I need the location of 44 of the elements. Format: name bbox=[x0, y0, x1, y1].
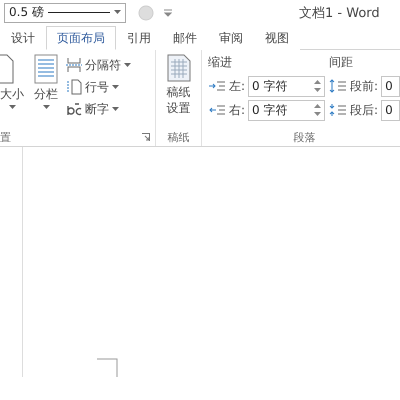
caret-icon bbox=[112, 84, 119, 90]
page-corner-icon bbox=[97, 357, 119, 377]
menu-button[interactable]: 断字 bbox=[66, 98, 131, 120]
caret-icon bbox=[112, 106, 119, 112]
group-label: 稿纸 bbox=[166, 130, 190, 146]
menu-button[interactable]: 分隔符 bbox=[66, 54, 131, 76]
customize-icon[interactable] bbox=[164, 8, 172, 16]
spacing-icon bbox=[329, 103, 348, 117]
size-button[interactable]: 大小 bbox=[0, 54, 24, 130]
caret-icon bbox=[42, 105, 50, 110]
field-label: 左: bbox=[229, 78, 246, 94]
menu-button[interactable]: 行号 bbox=[66, 76, 131, 98]
section-heading: 间距 bbox=[329, 54, 354, 71]
caret-icon bbox=[8, 105, 16, 110]
spinner-icon[interactable] bbox=[314, 79, 322, 93]
pen-color-icon[interactable] bbox=[138, 4, 154, 20]
number-field[interactable]: 0 bbox=[381, 100, 400, 120]
field-label: 右: bbox=[229, 102, 246, 118]
ribbon-tab[interactable]: 页面布局 bbox=[46, 26, 116, 50]
columns-icon bbox=[34, 54, 58, 84]
spinner-icon[interactable] bbox=[314, 103, 322, 117]
number-field[interactable]: 0 bbox=[381, 76, 400, 96]
grid-paper-icon bbox=[166, 54, 190, 82]
field-label: 段前: bbox=[350, 78, 378, 94]
group-label: 段落 bbox=[292, 130, 316, 146]
window-title: 文档1 - Word bbox=[299, 5, 380, 22]
number-field[interactable]: 0 字符 bbox=[248, 76, 326, 96]
indent-icon bbox=[208, 103, 226, 117]
spacing-icon bbox=[329, 79, 348, 93]
section-heading: 缩进 bbox=[208, 54, 233, 71]
caret-icon bbox=[114, 10, 121, 15]
indent-icon bbox=[208, 79, 226, 93]
page-break-icon bbox=[66, 57, 82, 73]
page-icon bbox=[0, 54, 14, 84]
pen-weight-dropdown[interactable]: 0.5 磅 bbox=[4, 2, 126, 22]
dialog-launcher-icon[interactable] bbox=[142, 133, 150, 141]
manuscript-setup-button[interactable]: 稿纸 设置 bbox=[166, 54, 190, 130]
hyphenation-icon bbox=[66, 101, 82, 117]
line-numbers-icon bbox=[66, 79, 82, 95]
field-label: 段后: bbox=[350, 102, 378, 118]
caret-icon bbox=[124, 62, 131, 68]
number-field[interactable]: 0 字符 bbox=[248, 100, 326, 120]
columns-button[interactable]: 分栏 bbox=[34, 54, 58, 130]
group-label: 置 bbox=[0, 130, 11, 146]
